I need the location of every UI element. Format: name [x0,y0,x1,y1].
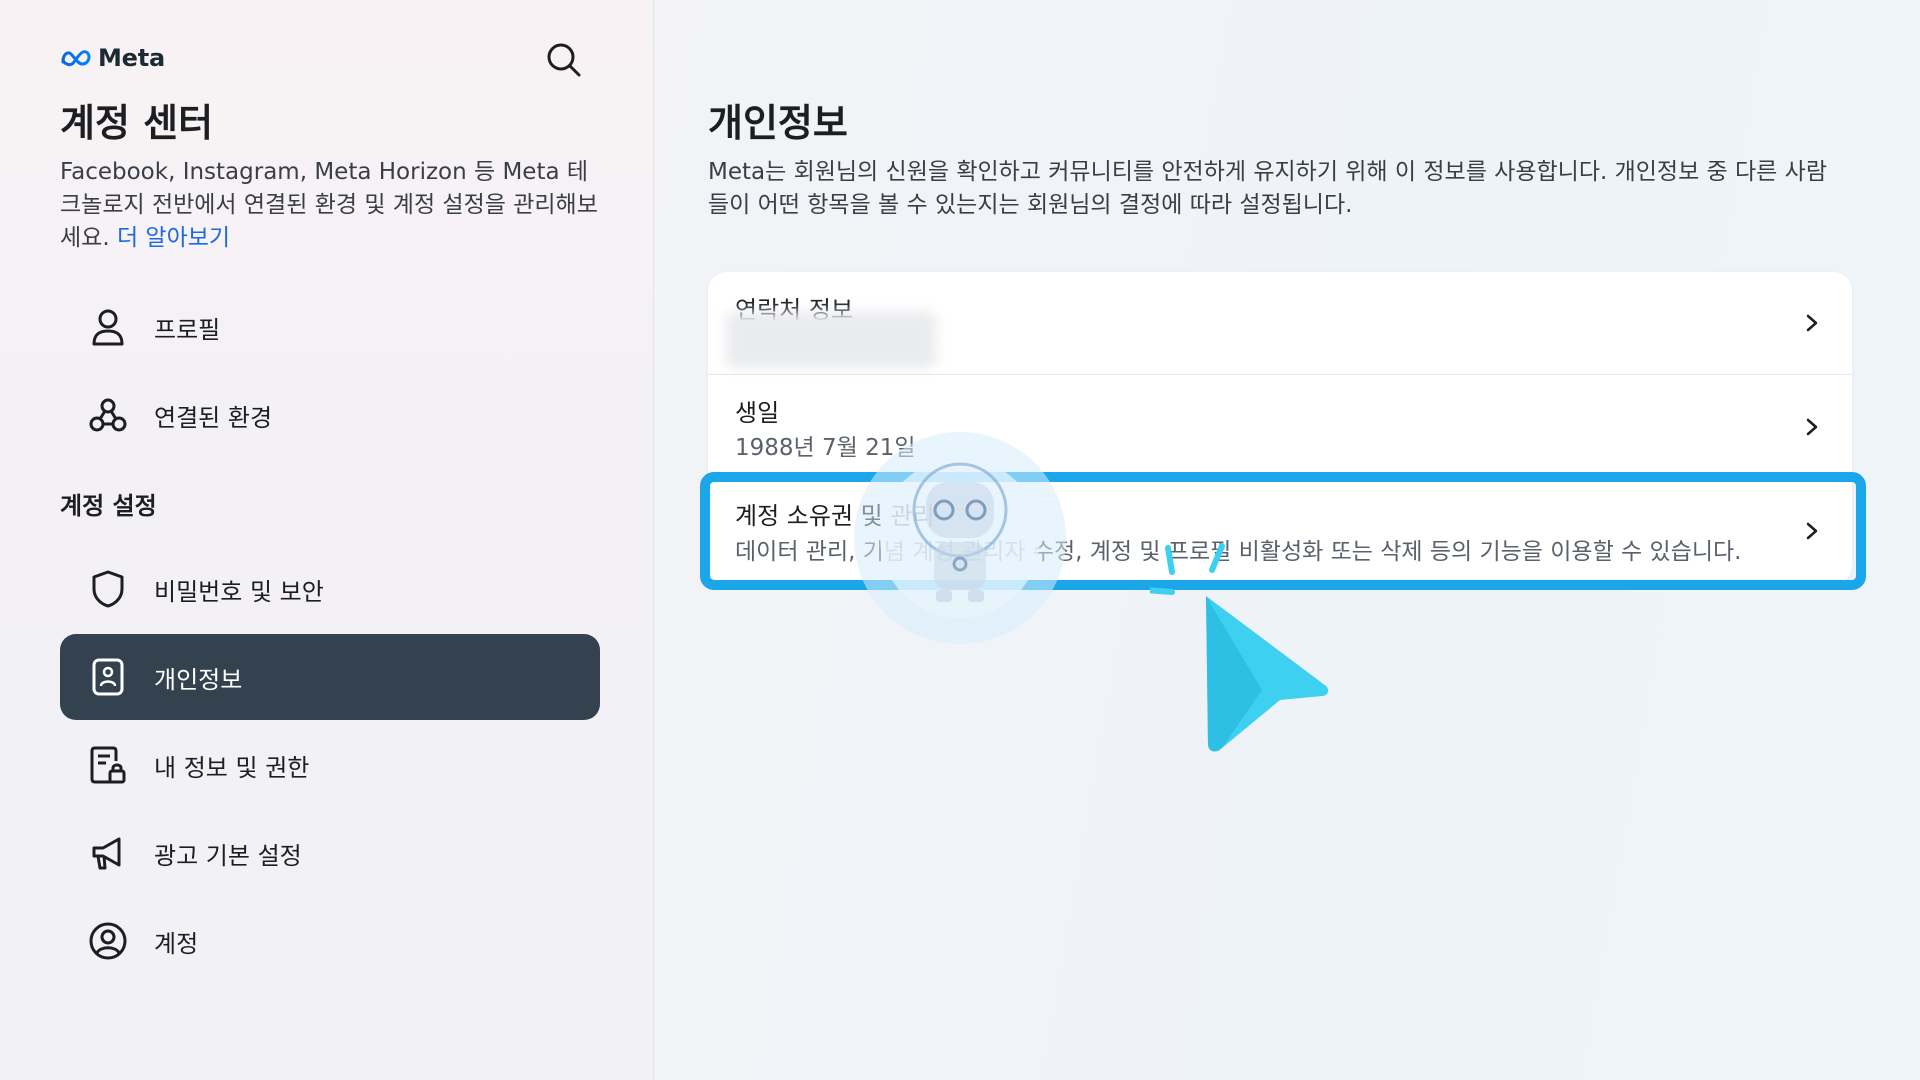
megaphone-icon [88,833,128,873]
chevron-right-icon [1806,522,1818,540]
sidebar-item-label: 연결된 환경 [154,403,273,432]
redacted-contact-value [726,312,936,368]
sidebar-item-label: 개인정보 [154,665,243,694]
sidebar-item-connected-experiences[interactable]: 연결된 환경 [60,372,600,458]
shield-icon [88,569,128,609]
search-button[interactable] [542,38,586,82]
meta-infinity-icon [61,50,91,67]
sidebar-item-accounts[interactable]: 계정 [60,898,600,984]
page-title: 개인정보 [708,101,848,145]
sidebar-item-ad-preferences[interactable]: 광고 기본 설정 [60,810,600,896]
document-lock-icon [88,745,128,785]
sidebar-item-label: 비밀번호 및 보안 [154,577,324,606]
personal-details-card: 연락처 정보 생일 1988년 7월 21일 계정 소유권 및 관리 데이터 관… [708,272,1852,584]
sidebar-item-your-information[interactable]: 내 정보 및 권한 [60,722,600,808]
chevron-right-icon [1806,418,1818,436]
sidebar-item-label: 내 정보 및 권한 [154,753,310,782]
sidebar-item-label: 계정 [154,929,199,958]
sidebar-item-password-security[interactable]: 비밀번호 및 보안 [60,546,600,632]
contact-info-row[interactable]: 연락처 정보 [708,272,1852,374]
sidebar-item-label: 광고 기본 설정 [154,841,302,870]
sidebar-title: 계정 센터 [60,101,214,145]
row-title: 생일 [735,399,780,427]
account-ownership-row[interactable]: 계정 소유권 및 관리 데이터 관리, 기념 계정 관리자 수정, 계정 및 프… [708,479,1852,584]
sidebar: Meta 계정 센터 Facebook, Instagram, Meta Hor… [0,0,654,1080]
person-icon [88,307,128,347]
search-icon [547,43,581,77]
sidebar-description: Facebook, Instagram, Meta Horizon 등 Meta… [60,156,600,255]
meta-logo-text: Meta [98,44,166,72]
birthday-value: 1988년 7월 21일 [735,435,916,461]
sidebar-item-personal-details[interactable]: 개인정보 [60,634,600,720]
connected-experiences-icon [88,395,128,435]
meta-logo[interactable]: Meta [60,44,165,72]
birthday-row[interactable]: 생일 1988년 7월 21일 [708,375,1852,478]
learn-more-link[interactable]: 더 알아보기 [117,225,230,251]
id-card-icon [88,657,128,697]
sidebar-item-label: 프로필 [154,315,221,344]
sidebar-item-profile[interactable]: 프로필 [60,284,600,370]
page-description: Meta는 회원님의 신원을 확인하고 커뮤니티를 안전하게 유지하기 위해 이… [708,159,1827,218]
account-circle-icon [88,921,128,961]
row-title: 계정 소유권 및 관리 [735,502,935,530]
section-title-account-settings: 계정 설정 [60,492,157,520]
account-ownership-description: 데이터 관리, 기념 계정 관리자 수정, 계정 및 프로필 비활성화 또는 삭… [735,539,1742,565]
chevron-right-icon [1806,314,1818,332]
